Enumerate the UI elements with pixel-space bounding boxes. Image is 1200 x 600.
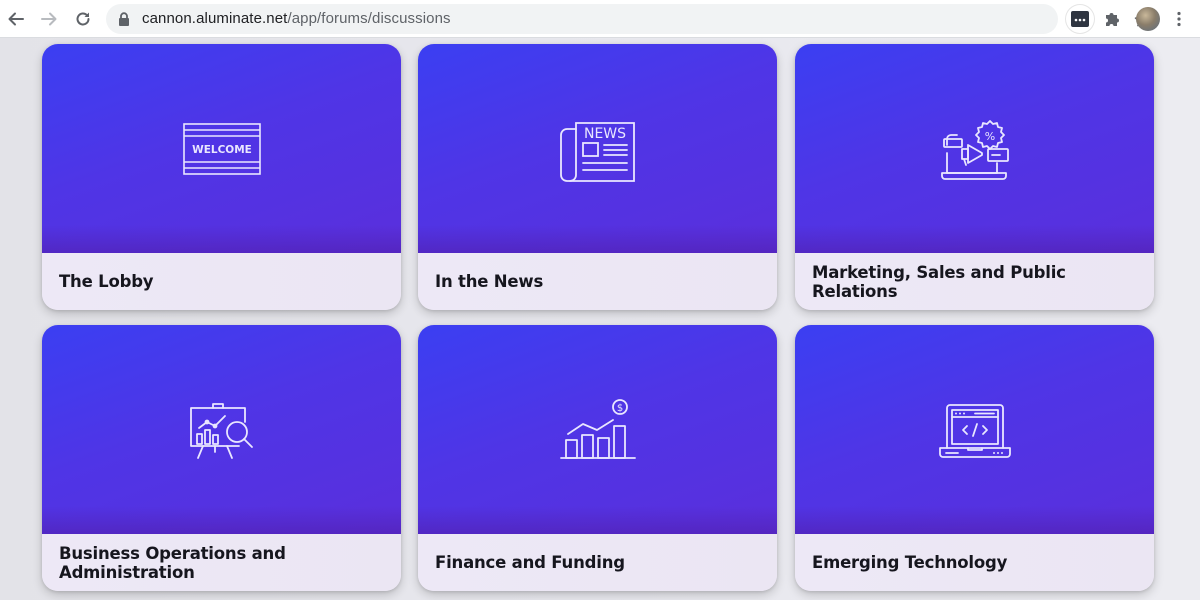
marketing-megaphone-icon: % — [940, 119, 1009, 180]
forum-card-emerging-technology[interactable]: Emerging Technology — [795, 325, 1154, 591]
forward-button[interactable] — [37, 7, 61, 31]
presentation-analytics-icon — [189, 402, 253, 459]
menu-button[interactable] — [1176, 11, 1182, 32]
browser-toolbar: cannon.aluminate.net/app/forums/discussi… — [0, 0, 1200, 38]
card-footer: Marketing, Sales and Public Relations — [795, 253, 1154, 310]
avatar[interactable] — [1136, 7, 1160, 31]
reload-icon — [76, 12, 90, 26]
forum-title[interactable]: Business Operations and Administration — [59, 544, 401, 582]
card-banner: % — [795, 44, 1154, 253]
address-bar[interactable]: cannon.aluminate.net/app/forums/discussi… — [106, 4, 1150, 34]
dots-extension-icon — [1071, 11, 1089, 27]
extensions-button[interactable] — [1104, 10, 1122, 33]
card-banner: NEWS — [418, 44, 777, 253]
card-footer: Emerging Technology — [795, 534, 1154, 591]
forums-page: WELCOME The Lobby NEWS In the News % Mar… — [0, 38, 1200, 600]
finance-growth-icon: $ — [559, 398, 636, 459]
card-banner — [795, 325, 1154, 534]
card-footer: Finance and Funding — [418, 534, 777, 591]
forum-card-business-operations[interactable]: Business Operations and Administration — [42, 325, 401, 591]
puzzle-icon — [1106, 13, 1119, 26]
forum-title[interactable]: Finance and Funding — [435, 553, 625, 572]
forum-title[interactable]: The Lobby — [59, 272, 154, 291]
forum-card-finance-funding[interactable]: $ Finance and Funding — [418, 325, 777, 591]
svg-text:NEWS: NEWS — [583, 126, 625, 142]
forum-card-marketing-sales-pr[interactable]: % Marketing, Sales and Public Relations — [795, 44, 1154, 310]
card-banner: WELCOME — [42, 44, 401, 253]
card-footer: The Lobby — [42, 253, 401, 310]
svg-text:WELCOME: WELCOME — [192, 144, 252, 156]
arrow-left-icon — [8, 12, 24, 26]
kebab-menu-icon — [1177, 11, 1181, 27]
forum-title[interactable]: Marketing, Sales and Public Relations — [812, 263, 1154, 301]
url-text[interactable]: cannon.aluminate.net/app/forums/discussi… — [142, 10, 451, 27]
forum-card-in-the-news[interactable]: NEWS In the News — [418, 44, 777, 310]
reload-button[interactable] — [71, 7, 95, 31]
url-path: /app/forums/discussions — [287, 10, 451, 27]
extension-button[interactable] — [1066, 5, 1094, 33]
forum-title[interactable]: Emerging Technology — [812, 553, 1007, 572]
svg-text:%: % — [984, 130, 994, 143]
forum-card-the-lobby[interactable]: WELCOME The Lobby — [42, 44, 401, 310]
arrow-right-icon — [41, 12, 57, 26]
welcome-sign-icon: WELCOME — [182, 122, 261, 175]
card-footer: Business Operations and Administration — [42, 534, 401, 591]
card-footer: In the News — [418, 253, 777, 310]
svg-text:$: $ — [616, 403, 622, 414]
card-banner: $ — [418, 325, 777, 534]
laptop-code-icon — [938, 403, 1011, 458]
card-banner — [42, 325, 401, 534]
newspaper-icon: NEWS — [559, 121, 635, 182]
back-button[interactable] — [4, 7, 28, 31]
forum-title[interactable]: In the News — [435, 272, 543, 291]
url-host: cannon.aluminate.net — [142, 10, 288, 27]
lock-icon[interactable] — [118, 12, 130, 26]
